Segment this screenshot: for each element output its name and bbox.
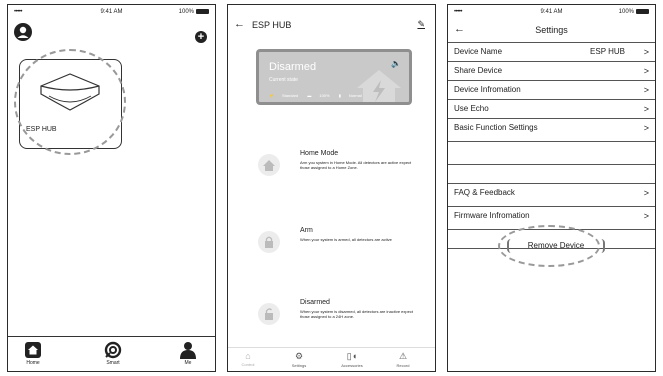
mode-description: When your system is armed, all detectors… <box>300 237 392 242</box>
settings-screen: ••••• 9:41 AM 100% ← Settings Device Nam… <box>447 4 656 372</box>
chevron-right-icon: > <box>643 188 649 198</box>
back-arrow-icon[interactable]: ← <box>234 18 245 30</box>
chevron-right-icon: > <box>643 123 649 133</box>
tab-home[interactable]: Home <box>13 341 53 366</box>
status-bar: ••••• 9:41 AM 100% <box>448 5 655 19</box>
tab-smart[interactable]: Smart <box>93 341 133 366</box>
smart-icon <box>104 341 122 359</box>
tab-me[interactable]: Me <box>168 341 208 366</box>
state-card: Disarmed Current state 🔈 ⚡ Standard ▬ 100%… <box>256 49 412 105</box>
home-mode-icon <box>258 154 280 176</box>
highlight-circle <box>14 49 126 155</box>
tab-label-home: Home <box>26 360 40 366</box>
house-icon <box>357 70 401 102</box>
tab-control[interactable]: ⌂ Control <box>231 351 265 367</box>
list-item-basic-function-settings[interactable]: Basic Function Settings > <box>448 119 655 142</box>
tab-settings[interactable]: ⚙ Settings <box>282 351 316 368</box>
mode-title: Disarmed <box>300 299 330 306</box>
chevron-right-icon: > <box>643 211 649 221</box>
warning-icon: ⚠ <box>398 351 408 361</box>
list-item-use-echo[interactable]: Use Echo > <box>448 100 655 119</box>
home-screen: ••••• 9:41 AM 100% + ESP HUB Home Smart … <box>7 4 216 372</box>
mode-description: Arm you system in Home Mode. All detecto… <box>300 160 412 170</box>
state-subtitle: Current state <box>269 77 298 83</box>
home-icon: ⌂ <box>245 351 251 361</box>
tab-label-smart: Smart <box>106 360 120 366</box>
mode-title: Home Mode <box>300 150 339 157</box>
battery-indicator: 100% <box>179 9 209 15</box>
avatar[interactable] <box>14 23 32 41</box>
list-item-faq-feedback[interactable]: FAQ & Feedback > <box>448 184 655 207</box>
battery-indicator: 100% <box>619 9 649 15</box>
header: ← Settings <box>448 21 655 41</box>
state-info-power: Standard <box>281 93 299 98</box>
list-item-device-name[interactable]: Device Name ESP HUB > <box>448 43 655 62</box>
header: ← ESP HUB ✎ <box>228 13 435 35</box>
person-icon <box>180 342 196 359</box>
hub-screen: ← ESP HUB ✎ Disarmed Current state 🔈 ⚡ St… <box>227 4 436 372</box>
unlock-icon <box>258 303 280 325</box>
chevron-right-icon: > <box>643 85 649 95</box>
mode-home[interactable]: Home Mode Arm you system in Home Mode. A… <box>258 150 418 190</box>
mode-arm[interactable]: Arm When your system is armed, all detec… <box>258 227 418 267</box>
gear-icon: ⚙ <box>294 351 304 361</box>
mode-title: Arm <box>300 227 313 234</box>
tab-record[interactable]: ⚠ Record <box>386 351 420 368</box>
list-item-empty <box>448 142 655 165</box>
lock-icon <box>258 231 280 253</box>
remove-device-button[interactable]: Remove Device <box>507 239 605 253</box>
bottom-tab-bar: ⌂ Control ⚙ Settings ▯◖ Accessories ⚠ Record <box>228 347 435 371</box>
list-item-share-device[interactable]: Share Device > <box>448 62 655 81</box>
home-icon <box>25 342 41 358</box>
edit-icon[interactable]: ✎ <box>417 19 425 30</box>
signal-icon: ▮ <box>338 93 341 98</box>
person-icon <box>17 26 29 38</box>
state-title: Disarmed <box>269 61 317 73</box>
state-info-signal: Normal <box>348 93 362 98</box>
tab-bar: Home Smart Me <box>8 336 215 371</box>
page-title: Settings <box>535 25 568 35</box>
list-item-device-information[interactable]: Device Infromation > <box>448 81 655 100</box>
accessories-icon: ▯◖ <box>346 351 358 361</box>
mode-description: When your system is disarmed, all detect… <box>300 309 413 319</box>
status-bar: ••••• 9:41 AM 100% <box>8 5 215 19</box>
device-name-value: ESP HUB <box>590 47 625 56</box>
chevron-right-icon: > <box>643 104 649 114</box>
chevron-right-icon: > <box>643 47 649 57</box>
power-icon: ⚡ <box>269 93 274 98</box>
list-item-empty <box>448 165 655 184</box>
state-info-battery: 100% <box>319 93 330 98</box>
settings-list: Device Name ESP HUB > Share Device > Dev… <box>448 42 655 249</box>
page-title: ESP HUB <box>252 20 292 30</box>
mode-disarmed[interactable]: Disarmed When your system is disarmed, a… <box>258 299 418 339</box>
tab-accessories[interactable]: ▯◖ Accessories <box>335 351 369 368</box>
add-device-button[interactable]: + <box>195 31 207 43</box>
chevron-right-icon: > <box>643 66 649 76</box>
battery-icon <box>196 9 209 14</box>
tab-label-me: Me <box>184 360 192 366</box>
state-info: ⚡ Standard ▬ 100% ▮ Normal <box>269 93 370 98</box>
battery-icon <box>636 9 649 14</box>
battery-icon: ▬ <box>307 93 312 98</box>
